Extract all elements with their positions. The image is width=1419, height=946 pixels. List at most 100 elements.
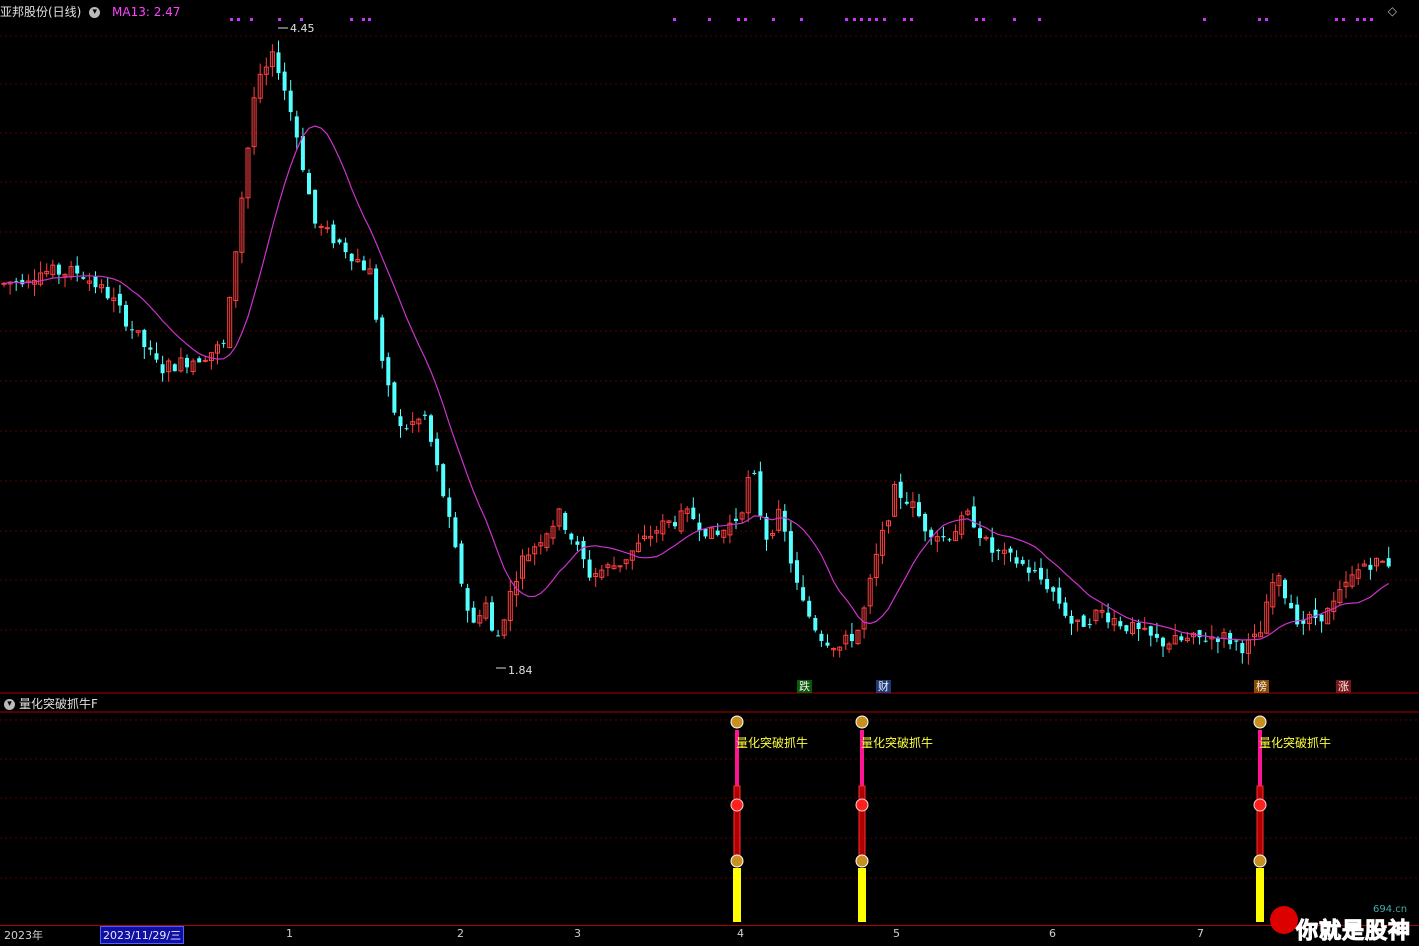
candle-body — [795, 560, 799, 583]
candle-body — [1283, 579, 1287, 599]
ma13-line — [3, 125, 1390, 641]
axis-month-label: 4 — [737, 927, 744, 940]
ma13-label: MA13: 2.47 — [112, 5, 181, 19]
candle-body — [404, 428, 409, 430]
candle-body — [447, 497, 452, 517]
high-price-label: 4.45 — [290, 22, 315, 35]
money-badge[interactable]: 财 — [876, 680, 891, 693]
chevron-down-circle-icon[interactable]: ▾ — [89, 7, 101, 18]
candle-body — [1026, 567, 1031, 573]
candle-body — [282, 71, 287, 91]
candle-body — [1136, 622, 1141, 629]
indicator-panel-header: ▾ 量化突破抓牛F — [0, 695, 98, 712]
candle-body — [715, 530, 720, 535]
watermark-text: 你就是股神 — [1295, 919, 1412, 945]
low-price-label: 1.84 — [508, 664, 533, 677]
watermark-logo — [1270, 906, 1298, 934]
marker-dot — [860, 18, 863, 21]
chevron-down-circle-icon[interactable]: ▾ — [4, 699, 15, 710]
candle-body — [343, 242, 348, 253]
diamond-icon[interactable]: ◇ — [1388, 4, 1397, 18]
candle-body — [422, 414, 427, 416]
signal-orb-icon — [855, 798, 869, 812]
marker-dot — [368, 18, 371, 21]
candle-body — [1087, 624, 1092, 626]
chart-canvas[interactable] — [0, 0, 1419, 945]
marker-dot — [708, 18, 711, 21]
candle-body — [435, 438, 440, 466]
time-axis[interactable] — [0, 925, 1419, 946]
axis-month-label: 2 — [457, 927, 464, 940]
marker-dot — [250, 18, 253, 21]
candle-body — [782, 510, 787, 532]
marker-dot — [1203, 18, 1206, 21]
marker-dot — [772, 18, 775, 21]
marker-dot — [800, 18, 803, 21]
candle-body — [288, 90, 293, 113]
candle-body — [923, 513, 928, 532]
candle-body — [142, 329, 147, 348]
candle-body — [429, 415, 433, 442]
candle-body — [904, 501, 909, 504]
candle-body — [471, 607, 476, 623]
candle-body — [81, 277, 86, 279]
candle-body — [1063, 602, 1068, 616]
candle-body — [587, 559, 592, 578]
rise-badge[interactable]: 涨 — [1336, 680, 1351, 693]
candle-body — [813, 617, 818, 631]
signal-bar-yellow — [733, 868, 741, 922]
candle-body — [978, 528, 982, 539]
signal-label: 量化突破抓牛 — [861, 736, 934, 750]
marker-dot — [1356, 18, 1359, 21]
candle-body — [1142, 627, 1148, 630]
candle-body — [1368, 564, 1373, 570]
candle-body — [374, 268, 379, 320]
candle-body — [490, 602, 494, 631]
candle-body — [1240, 643, 1245, 654]
marker-dot — [1342, 18, 1345, 21]
candle-body — [337, 239, 342, 243]
candle-body — [1124, 625, 1129, 632]
candle-body — [1051, 587, 1056, 592]
candle-body — [294, 116, 299, 138]
signal-bar-red — [858, 785, 866, 857]
candle-body — [398, 416, 403, 427]
marker-dot — [673, 18, 676, 21]
candle-body — [971, 506, 976, 528]
axis-month-label: 3 — [574, 927, 581, 940]
candle-body — [453, 517, 458, 548]
candle-body — [819, 633, 824, 642]
marker-dot — [845, 18, 848, 21]
candle-body — [307, 173, 311, 195]
marker-dot — [1038, 18, 1041, 21]
selected-date-label: 2023/11/29/三 — [100, 926, 185, 944]
candle-body — [917, 502, 921, 517]
candle-body — [160, 364, 165, 374]
candle-body — [124, 304, 128, 327]
marker-dot — [875, 18, 878, 21]
candle-body — [1069, 615, 1074, 624]
list-badge[interactable]: 榜 — [1254, 680, 1269, 693]
candle-body — [563, 512, 568, 530]
candle-body — [386, 357, 391, 386]
candle-body — [1380, 560, 1386, 563]
candle-body — [496, 635, 501, 637]
candle-body — [1234, 640, 1239, 642]
marker-dot — [230, 18, 233, 21]
signal-orb-icon — [1253, 798, 1267, 812]
money-bag-icon — [855, 715, 869, 729]
candle-body — [300, 135, 305, 171]
candle-body — [324, 227, 330, 230]
candle-body — [1289, 602, 1294, 609]
fall-badge[interactable]: 跌 — [797, 680, 812, 693]
candle-body — [697, 522, 702, 531]
candle-body — [392, 382, 397, 413]
axis-year-label: 2023年 — [4, 929, 43, 942]
signal-label: 量化突破抓牛 — [1259, 736, 1332, 750]
marker-dot — [1370, 18, 1373, 21]
indicator-title: 量化突破抓牛F — [19, 697, 98, 711]
candle-body — [575, 541, 580, 545]
marker-dot — [1265, 18, 1268, 21]
money-bag-icon — [855, 854, 869, 868]
candle-body — [318, 225, 324, 228]
